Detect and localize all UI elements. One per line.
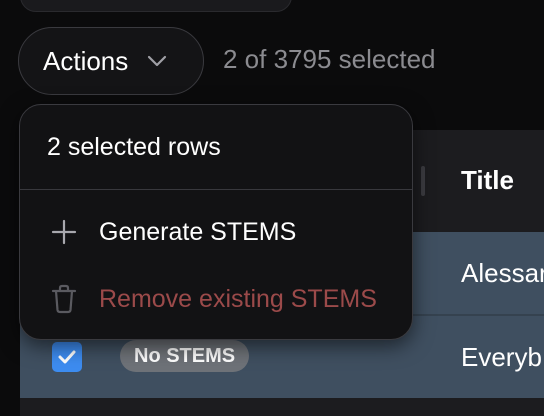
column-resize-handle[interactable] [421,166,425,196]
row-title-cell: Alessar [461,258,544,288]
selection-count: 2 of 3795 selected [223,44,436,74]
generate-stems-label: Generate STEMS [99,217,297,246]
chevron-down-icon [146,50,168,72]
row-title-cell: Everyb [461,342,542,372]
row-checkbox[interactable] [52,342,82,372]
table-row-partial [20,398,544,416]
top-control-partial[interactable] [20,0,292,12]
remove-stems-label: Remove existing STEMS [99,284,377,313]
stems-status-badge: No STEMS [120,340,250,372]
menu-header: 2 selected rows [47,133,221,161]
actions-menu: 2 selected rows Generate STEMS Remove ex… [19,104,413,340]
generate-stems-menu-item[interactable]: Generate STEMS [20,202,412,262]
column-header-title[interactable]: Title [461,165,514,196]
actions-button[interactable]: Actions [18,27,204,95]
remove-stems-menu-item[interactable]: Remove existing STEMS [20,269,412,329]
trash-icon [50,284,78,314]
actions-button-label: Actions [43,45,129,76]
plus-icon [50,218,78,246]
app-window: Actions 2 of 3795 selected Title Alessar… [0,0,544,416]
checkmark-icon [58,350,76,364]
menu-divider [20,189,412,190]
